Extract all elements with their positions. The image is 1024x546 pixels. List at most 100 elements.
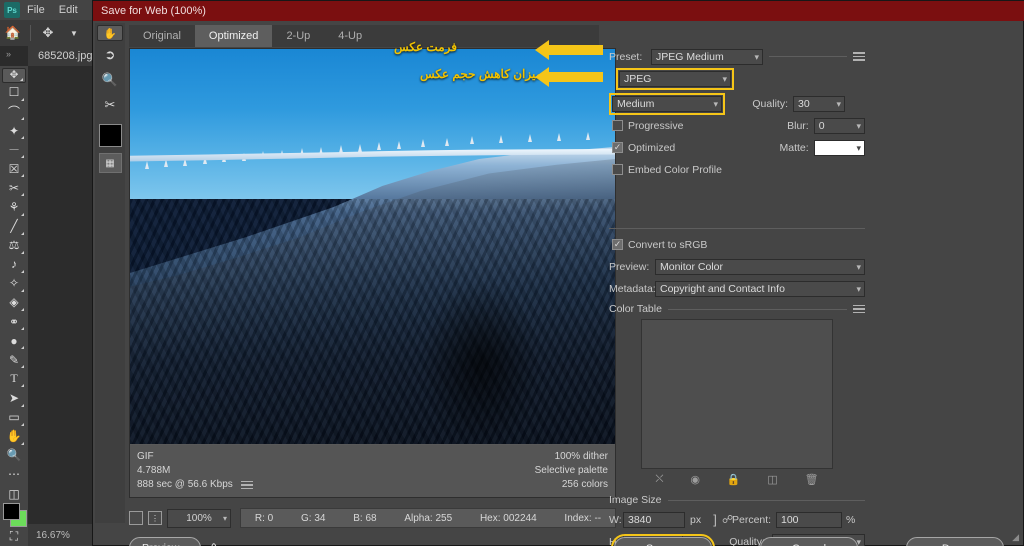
convert-srgb-checkbox[interactable]: ✓ Convert to sRGB [612, 239, 707, 251]
link-dimensions-icon[interactable]: ] [708, 512, 722, 527]
eraser-tool[interactable]: ✧ [2, 274, 26, 293]
progressive-checkbox[interactable]: Progressive [612, 120, 769, 132]
gradient-tool[interactable]: ◈ [2, 293, 26, 312]
percent-input[interactable]: 100 [776, 511, 842, 528]
chevron-down-icon[interactable]: ▾ [856, 262, 861, 273]
save-button[interactable]: Save... [611, 534, 715, 546]
expand-panels-icon[interactable]: » [6, 49, 11, 59]
menu-file[interactable]: File [20, 0, 52, 20]
settings-menu-icon[interactable] [853, 52, 865, 61]
eyedropper-tool[interactable]: ✂ [2, 178, 26, 197]
new-color-icon[interactable]: ◫ [767, 473, 777, 486]
preset-select[interactable]: JPEG Medium ▾ [651, 48, 763, 65]
zoom-percentage[interactable]: 16.67% [36, 530, 70, 541]
lasso-tool[interactable]: ⌒ [2, 102, 26, 121]
zoom-tool[interactable]: 🔍 [97, 68, 123, 91]
width-input[interactable]: 3840 [623, 511, 685, 528]
tab-optimized[interactable]: Optimized [194, 25, 273, 47]
move-tool[interactable]: ✥ [2, 68, 26, 83]
dither-amount: 100% dither [554, 451, 608, 462]
preview-button[interactable]: Preview... [129, 536, 201, 546]
file-format-select[interactable]: JPEG ▾ [616, 67, 734, 90]
move-tool-icon[interactable]: ✥ [35, 22, 61, 44]
blur-input[interactable]: 0 ▾ [813, 117, 866, 134]
shape-tool[interactable]: ▭ [2, 408, 26, 427]
preview-mode-select[interactable]: Monitor Color ▾ [655, 258, 865, 275]
quality-input[interactable]: 30 ▾ [793, 95, 845, 112]
type-tool[interactable]: T [2, 369, 26, 388]
toggle-slices-button[interactable]: ▦ [98, 153, 122, 173]
hand-tool[interactable]: ✋ [97, 25, 123, 41]
chain-icon[interactable]: ☍ [722, 513, 733, 526]
cancel-button[interactable]: Cancel [760, 537, 858, 546]
preview-menu-icon[interactable] [240, 480, 253, 490]
hand-tool[interactable]: ✋ [2, 427, 26, 446]
quality-preset-select[interactable]: Medium ▾ [609, 92, 725, 115]
checkbox-box: ✓ [612, 239, 623, 250]
metadata-select[interactable]: Copyright and Contact Info ▾ [655, 280, 865, 297]
resize-grip-icon[interactable]: ◢ [1012, 532, 1019, 543]
dodge-tool[interactable]: ● [2, 331, 26, 350]
optimized-image-preview [130, 49, 615, 444]
zoom-select[interactable]: 100% ▾ [167, 508, 231, 528]
embed-profile-checkbox[interactable]: Embed Color Profile [612, 164, 722, 176]
map-to-web-palette-icon[interactable]: ◉ [690, 473, 700, 486]
preview-mode-row: Preview: Monitor Color ▾ [609, 257, 865, 276]
lock-color-icon[interactable]: 🔒 [727, 473, 741, 486]
chevron-down-icon[interactable]: ▾ [722, 74, 727, 85]
slice-info-checkbox[interactable]: ⋮ [148, 511, 162, 525]
matte-select[interactable]: ▾ [813, 139, 866, 156]
foreground-color-swatch[interactable] [3, 503, 20, 521]
delete-color-icon[interactable]: 🗑 [805, 473, 819, 486]
chevron-down-icon[interactable]: ▾ [836, 99, 841, 110]
chevron-down-icon[interactable]: ▾ [856, 284, 861, 295]
healing-brush-tool[interactable]: ⚘ [2, 197, 26, 216]
chevron-down-icon[interactable]: ▾ [856, 143, 861, 154]
image-size-title: Image Size [609, 494, 662, 506]
marquee-tool[interactable]: ☐ [2, 83, 26, 102]
tab-2-up[interactable]: 2-Up [272, 25, 324, 47]
chevron-down-icon[interactable]: ▾ [754, 52, 759, 63]
map-to-transparent-icon[interactable]: ⛌ [655, 473, 663, 486]
tab-4-up[interactable]: 4-Up [324, 25, 376, 47]
rock-texture [130, 199, 615, 444]
screenshot-root: Ps File Edit Imag – ❐ ✕ 🏠 ✥ ▼ ☑ 🔍 ▣ ▼ ⇮ … [0, 0, 1024, 546]
pen-tool[interactable]: ✎ [2, 350, 26, 369]
chevron-down-icon[interactable]: ▼ [61, 22, 87, 44]
done-button[interactable]: Done [906, 537, 1004, 546]
checkbox-box [612, 164, 623, 175]
screen-mode-icon[interactable]: ⛶ [2, 527, 26, 546]
menu-edit[interactable]: Edit [52, 0, 85, 20]
history-brush-tool[interactable]: ♪ [2, 255, 26, 274]
clone-stamp-tool[interactable]: ⚖ [2, 236, 26, 255]
tab-original[interactable]: Original [129, 25, 195, 47]
color-swatches[interactable] [0, 503, 28, 528]
crop-tool[interactable]: ⏤ [2, 140, 26, 159]
browser-select[interactable]: ♺ ▾ [209, 538, 227, 546]
home-icon[interactable]: 🏠 [0, 22, 26, 44]
color-table-grid[interactable] [641, 319, 833, 469]
eyedropper-tool[interactable]: ✂ [97, 93, 123, 116]
chevron-down-icon[interactable]: ▾ [856, 121, 861, 132]
blur-tool[interactable]: ⚭ [2, 312, 26, 331]
blur-label: Blur: [787, 119, 809, 132]
select-slice-checkbox[interactable] [129, 511, 143, 525]
eyedropper-color-swatch[interactable] [98, 124, 122, 147]
preview-mode-value: Monitor Color [660, 260, 724, 273]
chevron-down-icon[interactable]: ▾ [713, 99, 718, 110]
path-select-tool[interactable]: ➤ [2, 388, 26, 407]
chevron-down-icon[interactable]: ▾ [223, 514, 227, 523]
frame-tool[interactable]: ☒ [2, 159, 26, 178]
optimized-checkbox[interactable]: ✓ Optimized [612, 142, 769, 154]
more-tools-icon[interactable]: ⋯ [2, 465, 26, 484]
magic-wand-tool[interactable]: ✦ [2, 121, 26, 140]
zoom-tool[interactable]: 🔍 [2, 446, 26, 465]
readout-index: Index: -- [564, 512, 602, 524]
image-preview-pane[interactable]: GIF 4.788M 888 sec @ 56.6 Kbps 100% dith… [129, 48, 616, 498]
color-table-menu-icon[interactable] [853, 304, 865, 314]
annotation-image-format: فرمت عکس [394, 40, 457, 54]
slice-select-tool[interactable]: ➲ [97, 43, 123, 66]
color-readout: R: 0 G: 34 B: 68 Alpha: 255 Hex: 002244 … [240, 508, 616, 528]
quick-mask-icon[interactable]: ◫ [2, 484, 26, 503]
brush-tool[interactable]: ╱ [2, 217, 26, 236]
